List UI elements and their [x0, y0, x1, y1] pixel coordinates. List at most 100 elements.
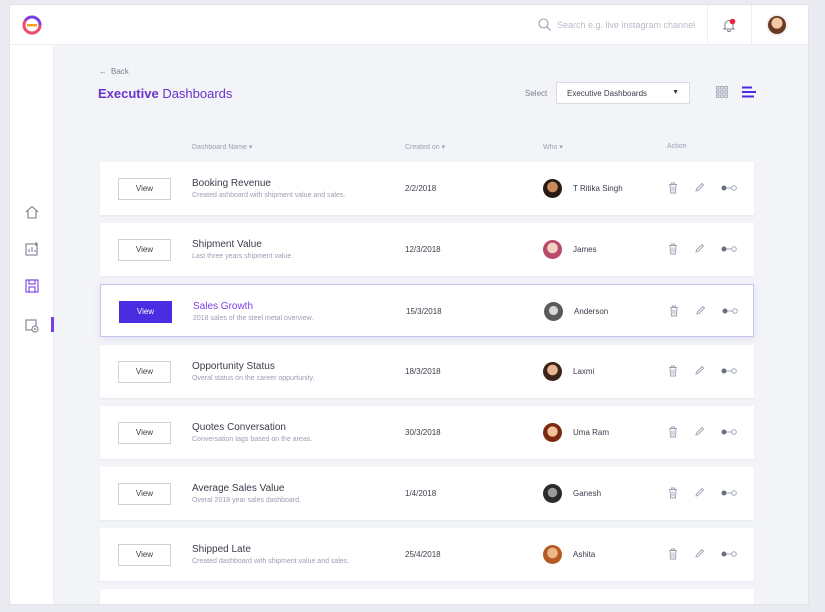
table-row[interactable]: View Shipment Value Last three years shi… — [100, 223, 754, 276]
bell-icon[interactable] — [722, 18, 736, 32]
page-title: Executive Dashboards — [98, 86, 233, 101]
table-row[interactable]: View Average Sales Value Overal 2018 yea… — [100, 467, 754, 520]
search-bar[interactable]: Search e.g. live instagram channel — [538, 18, 695, 31]
owner-name: James — [573, 245, 597, 254]
owner-name: Laxmi — [573, 367, 595, 376]
avatar — [543, 179, 562, 198]
created-date: 25/4/2018 — [405, 550, 441, 559]
owner-name: Uma Ram — [573, 428, 610, 437]
owner-name: Anderson — [574, 307, 609, 316]
view-button[interactable]: View — [119, 301, 172, 323]
dashboard-name[interactable]: Opportunity Status — [192, 361, 275, 372]
owner-name: Ganesh — [573, 489, 602, 498]
column-header-action: Action — [667, 143, 687, 150]
user-avatar[interactable] — [766, 14, 788, 36]
dashboard-name[interactable]: Quotes Conversation — [192, 422, 286, 433]
edit-icon[interactable] — [694, 548, 705, 559]
analytics-icon[interactable] — [24, 241, 40, 257]
settings-icon[interactable] — [24, 318, 40, 334]
owner-name: Ashita — [573, 550, 596, 559]
trash-icon[interactable] — [668, 487, 678, 499]
created-date: 1/4/2018 — [405, 489, 437, 498]
dashboard-name[interactable]: Shipped Late — [192, 544, 251, 555]
dashboard-description: Conversation tags based on the areas. — [192, 436, 313, 443]
sidebar — [10, 45, 54, 604]
divider — [751, 5, 752, 45]
toggle-icon[interactable] — [721, 428, 737, 436]
toggle-icon[interactable] — [721, 550, 737, 558]
view-button[interactable]: View — [118, 239, 171, 261]
divider — [707, 5, 708, 45]
view-button[interactable]: View — [118, 178, 171, 200]
view-button[interactable]: View — [118, 422, 171, 444]
toggle-icon[interactable] — [721, 367, 737, 375]
dashboard-select[interactable]: Executive Dashboards ▼ — [556, 82, 690, 104]
app-frame: Search e.g. live instagram channel ← Bac… — [9, 4, 809, 605]
sort-icon: ▾ — [559, 144, 563, 151]
home-icon[interactable] — [24, 204, 40, 220]
table-row[interactable]: View Booking Revenue Created ashboard wi… — [100, 162, 754, 215]
select-label: Select — [525, 89, 548, 98]
dashboard-name[interactable]: Sales Growth — [193, 301, 253, 312]
trash-icon[interactable] — [668, 548, 678, 560]
table-row[interactable]: View Sales Growth 2018 sales of the stee… — [100, 284, 754, 337]
dashboard-description: Overal 2018 year sales dashboard. — [192, 497, 301, 504]
logo-icon[interactable] — [22, 15, 42, 35]
table-row[interactable]: View Shipped Late Created dashboard with… — [100, 528, 754, 581]
toggle-icon[interactable] — [722, 307, 738, 315]
created-date: 12/3/2018 — [405, 245, 441, 254]
column-header-name[interactable]: Dashboard Name ▾ — [192, 143, 252, 151]
dashboard-description: Created dashboard with shipment value an… — [192, 558, 350, 565]
edit-icon[interactable] — [694, 182, 705, 193]
dashboard-description: 2018 sales of the steel metal overview. — [193, 315, 314, 322]
sort-icon: ▾ — [441, 144, 446, 151]
table-row[interactable]: View Quotes Conversation — [100, 589, 754, 604]
column-header-created[interactable]: Created on ▾ — [405, 143, 445, 151]
back-link[interactable]: ← Back — [99, 67, 129, 76]
avatar — [543, 362, 562, 381]
search-input[interactable]: Search e.g. live instagram channel — [557, 20, 695, 30]
dashboard-description: Created ashboard with shipment value and… — [192, 192, 346, 199]
dashboard-description: Last three years shipment value. — [192, 253, 294, 260]
edit-icon[interactable] — [694, 487, 705, 498]
list-view-icon[interactable] — [742, 86, 756, 98]
toggle-icon[interactable] — [721, 184, 737, 192]
avatar — [544, 302, 563, 321]
trash-icon[interactable] — [668, 182, 678, 194]
top-bar: Search e.g. live instagram channel — [10, 5, 808, 45]
avatar — [543, 240, 562, 259]
table-row[interactable]: View Quotes Conversation Conversation ta… — [100, 406, 754, 459]
owner-name: T Ritika Singh — [573, 184, 623, 193]
sort-icon: ▾ — [248, 144, 253, 151]
grid-view-icon[interactable] — [716, 86, 728, 98]
view-button[interactable]: View — [118, 483, 171, 505]
avatar — [543, 484, 562, 503]
trash-icon[interactable] — [669, 305, 679, 317]
created-date: 2/2/2018 — [405, 184, 437, 193]
view-button[interactable]: View — [118, 361, 171, 383]
edit-icon[interactable] — [694, 243, 705, 254]
search-icon — [538, 18, 551, 31]
edit-icon[interactable] — [695, 305, 706, 316]
edit-icon[interactable] — [694, 426, 705, 437]
toggle-icon[interactable] — [721, 489, 737, 497]
dashboard-name[interactable]: Average Sales Value — [192, 483, 284, 494]
avatar — [543, 545, 562, 564]
trash-icon[interactable] — [668, 243, 678, 255]
created-date: 18/3/2018 — [405, 367, 441, 376]
dashboard-name[interactable]: Booking Revenue — [192, 178, 271, 189]
created-date: 30/3/2018 — [405, 428, 441, 437]
back-label: Back — [111, 67, 129, 76]
dashboard-description: Overal status on the career oppurtunity. — [192, 375, 315, 382]
select-value: Executive Dashboards — [567, 89, 648, 98]
table-row[interactable]: View Opportunity Status Overal status on… — [100, 345, 754, 398]
save-icon[interactable] — [24, 278, 40, 294]
toggle-icon[interactable] — [721, 245, 737, 253]
chevron-down-icon: ▼ — [672, 89, 679, 96]
trash-icon[interactable] — [668, 426, 678, 438]
dashboard-name[interactable]: Shipment Value — [192, 239, 262, 250]
edit-icon[interactable] — [694, 365, 705, 376]
column-header-who[interactable]: Who ▾ — [543, 143, 563, 151]
view-button[interactable]: View — [118, 544, 171, 566]
trash-icon[interactable] — [668, 365, 678, 377]
